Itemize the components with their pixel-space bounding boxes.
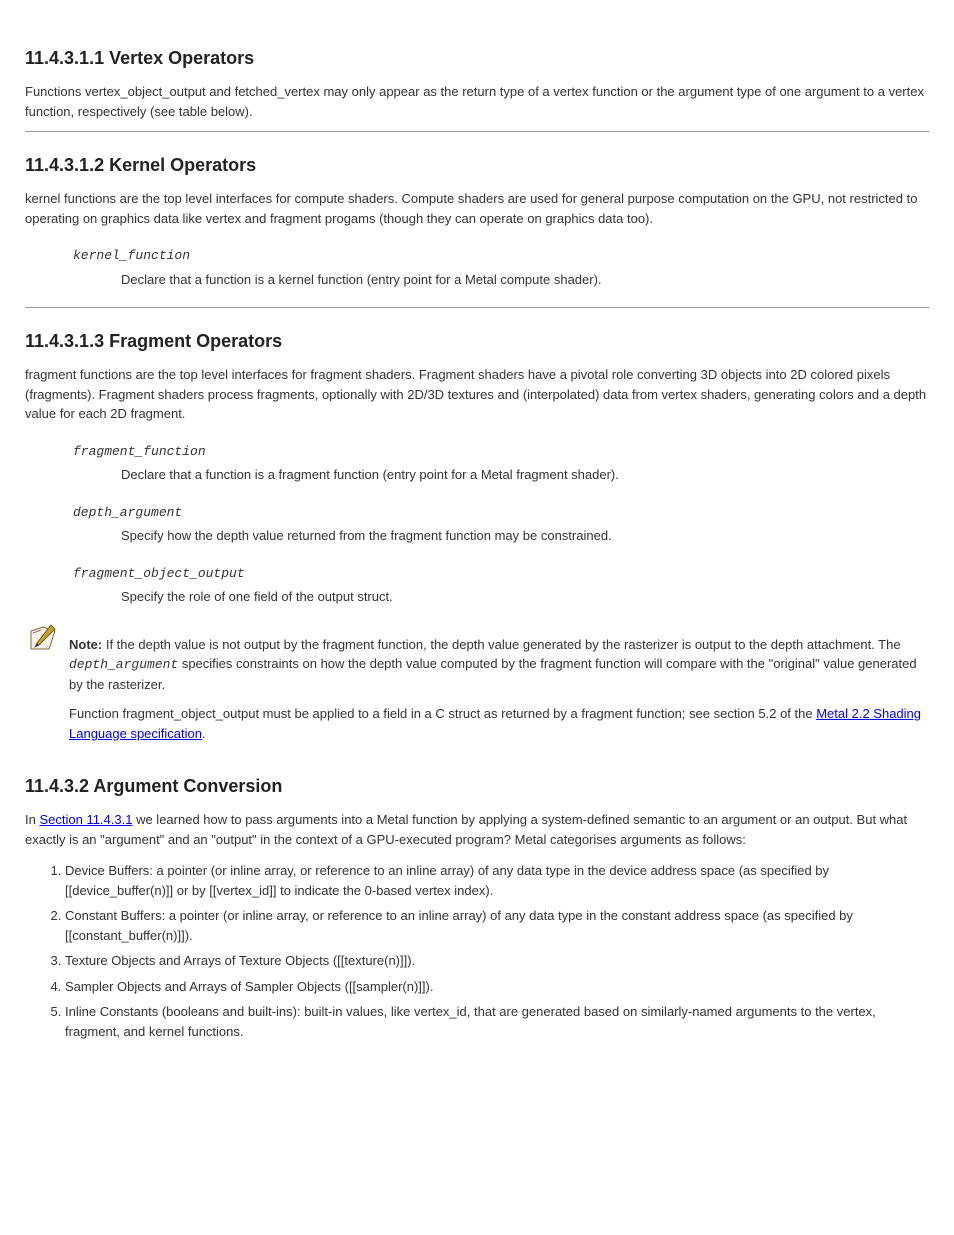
term-desc: Specify how the depth value returned fro… — [121, 526, 929, 546]
term-block: depth_argument Specify how the depth val… — [73, 503, 929, 546]
term-block: kernel_function Declare that a function … — [73, 246, 929, 289]
section-heading-vertex: 11.4.3.1.1 Vertex Operators — [25, 45, 929, 72]
list-item: Texture Objects and Arrays of Texture Ob… — [65, 951, 929, 971]
section-paragraph: Functions vertex_object_output and fetch… — [25, 82, 929, 121]
note-text: If the depth value is not output by the … — [106, 637, 901, 652]
argconv-intro-suffix: we learned how to pass arguments into a … — [25, 812, 907, 847]
list-item: Device Buffers: a pointer (or inline arr… — [65, 861, 929, 900]
note-italic: depth_argument — [69, 657, 178, 672]
term-label-depth-argument: depth_argument — [73, 503, 929, 523]
term-block: fragment_object_output Specify the role … — [73, 564, 929, 607]
note-text: specifies constraints on how the depth v… — [69, 656, 917, 692]
section-heading-argconv: 11.4.3.2 Argument Conversion — [25, 773, 929, 800]
divider — [25, 307, 929, 308]
note-text: . — [202, 726, 206, 741]
term-desc: Declare that a function is a kernel func… — [121, 270, 929, 290]
argconv-list: Device Buffers: a pointer (or inline arr… — [25, 861, 929, 1041]
note-icon — [25, 621, 61, 663]
divider — [25, 131, 929, 132]
section-heading-kernel: 11.4.3.1.2 Kernel Operators — [25, 152, 929, 179]
term-block: fragment_function Declare that a functio… — [73, 442, 929, 485]
section-link[interactable]: Section 11.4.3.1 — [39, 812, 132, 827]
term-desc: Declare that a function is a fragment fu… — [121, 465, 929, 485]
section-paragraph: fragment functions are the top level int… — [25, 365, 929, 424]
term-label-kernel-function: kernel_function — [73, 246, 929, 266]
note-block: Note: If the depth value is not output b… — [25, 625, 929, 754]
section-heading-fragment: 11.4.3.1.3 Fragment Operators — [25, 328, 929, 355]
note-body: Note: If the depth value is not output b… — [69, 625, 929, 754]
argconv-intro: In Section 11.4.3.1 we learned how to pa… — [25, 810, 929, 849]
term-label-fragment-function: fragment_function — [73, 442, 929, 462]
section-paragraph: kernel functions are the top level inter… — [25, 189, 929, 228]
list-item: Inline Constants (booleans and built-ins… — [65, 1002, 929, 1041]
term-label-fragment-object-output: fragment_object_output — [73, 564, 929, 584]
note-text: Function fragment_object_output must be … — [69, 706, 816, 721]
list-item: Sampler Objects and Arrays of Sampler Ob… — [65, 977, 929, 997]
term-desc: Specify the role of one field of the out… — [121, 587, 929, 607]
note-label: Note: — [69, 637, 102, 652]
argconv-intro-prefix: In — [25, 812, 39, 827]
list-item: Constant Buffers: a pointer (or inline a… — [65, 906, 929, 945]
